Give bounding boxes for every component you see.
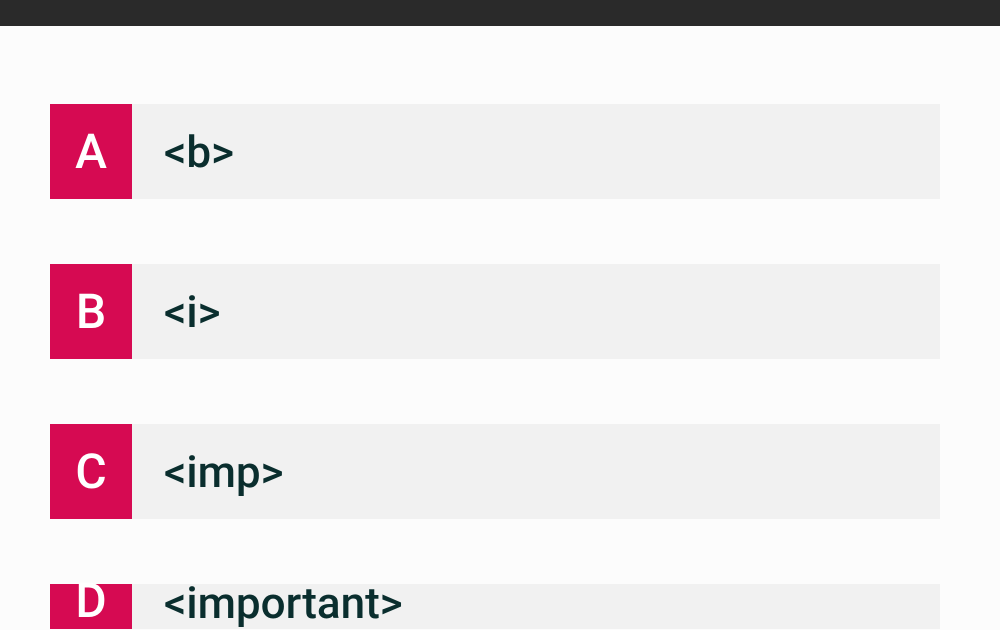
option-letter-c: C: [50, 424, 132, 519]
quiz-options: A <b> B <i> C <imp> D <important>: [0, 26, 1000, 629]
option-text-b: <i>: [132, 264, 940, 359]
option-letter-d: D: [50, 584, 132, 629]
option-c[interactable]: C <imp>: [50, 424, 940, 519]
option-text-c: <imp>: [132, 424, 940, 519]
option-letter-b: B: [50, 264, 132, 359]
option-letter-a: A: [50, 104, 132, 199]
option-text-a: <b>: [132, 104, 940, 199]
option-text-d: <important>: [132, 584, 940, 629]
option-d[interactable]: D <important>: [50, 584, 940, 629]
option-b[interactable]: B <i>: [50, 264, 940, 359]
option-a[interactable]: A <b>: [50, 104, 940, 199]
top-bar: [0, 0, 1000, 26]
